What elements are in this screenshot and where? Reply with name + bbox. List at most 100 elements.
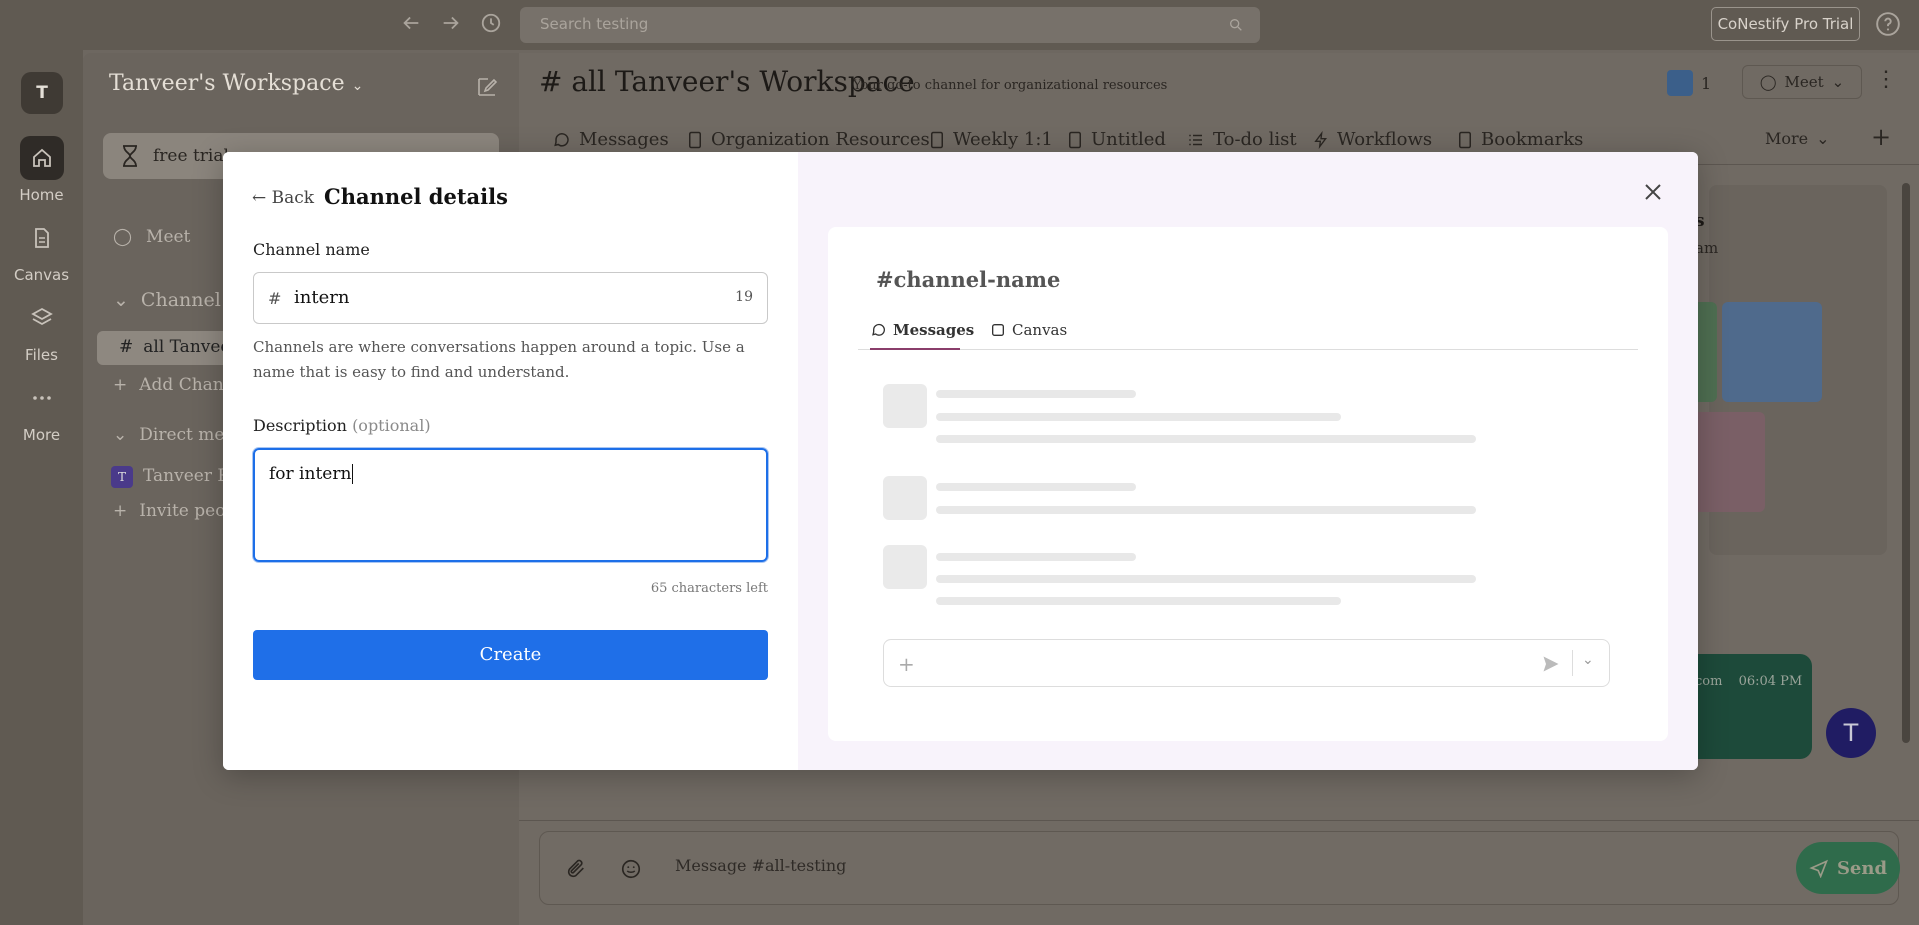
help-icon[interactable]: [1875, 11, 1901, 37]
rail-item-home[interactable]: Home: [0, 136, 83, 204]
user-icon: [1667, 70, 1693, 96]
tab-untitled[interactable]: Untitled: [1067, 129, 1166, 150]
channel-details-modal: ← Back Channel details Channel name # in…: [223, 152, 1698, 770]
rail-item-canvas[interactable]: Canvas: [0, 216, 83, 284]
rail-item-more[interactable]: More: [0, 376, 83, 444]
rail-item-files[interactable]: Files: [0, 296, 83, 364]
plus-icon: +: [898, 652, 915, 676]
send-label: Send: [1836, 857, 1888, 879]
history-clock-icon[interactable]: [480, 12, 506, 38]
tab-label: Weekly 1:1: [953, 129, 1053, 150]
divider: [519, 820, 1919, 821]
preview-tab-label: Messages: [893, 321, 975, 339]
document-icon: [20, 216, 64, 260]
channel-name-value: intern: [294, 287, 350, 308]
skeleton-line: [936, 506, 1476, 514]
meet-button[interactable]: ◯ Meet ⌄: [1742, 65, 1862, 99]
layers-icon: [20, 296, 64, 340]
modal-form: ← Back Channel details Channel name # in…: [223, 152, 798, 770]
tab-label: To-do list: [1213, 129, 1297, 150]
tab-workflows[interactable]: Workflows: [1313, 129, 1432, 150]
tab-label: Workflows: [1337, 129, 1433, 150]
message-bubble: [1695, 654, 1812, 759]
message-tail: com: [1695, 674, 1723, 689]
tab-label: Organization Resources: [711, 129, 930, 150]
channel-description: Your go-to channel for organizational re…: [853, 78, 1168, 93]
tile: [1722, 302, 1822, 402]
tab-organization-resources[interactable]: Organization Resources: [687, 129, 930, 150]
preview-composer: + ⌄: [883, 639, 1610, 687]
channel-name-label: Channel name: [253, 240, 370, 259]
preview-channel-name: #channel-name: [876, 267, 1060, 292]
back-button[interactable]: ← Back: [252, 188, 314, 208]
rail-label-files: Files: [25, 346, 58, 364]
back-arrow-icon[interactable]: [400, 12, 426, 38]
invite-label: Invite peo: [139, 501, 226, 521]
divider: [1572, 650, 1573, 676]
skeleton-line: [936, 553, 1136, 561]
direct-messages-header[interactable]: ⌄ Direct me: [113, 425, 224, 445]
emoji-icon[interactable]: [620, 858, 642, 880]
message-icon: [871, 322, 887, 338]
channels-header[interactable]: ⌄ Channel: [113, 289, 221, 311]
preview-tab-messages: Messages: [871, 321, 974, 339]
skeleton-line: [936, 390, 1136, 398]
kebab-menu-icon[interactable]: ⋮: [1875, 67, 1897, 92]
more-tabs-button[interactable]: More ⌄: [1765, 129, 1830, 148]
tab-messages[interactable]: Messages: [553, 129, 669, 150]
invite-people-button[interactable]: + Invite peo: [113, 501, 225, 521]
member-count: 1: [1701, 73, 1712, 93]
message-icon: [553, 131, 571, 149]
left-rail: T Home Canvas Files More: [0, 50, 83, 925]
hash-icon: #: [268, 289, 282, 308]
preview-title: channel-name: [893, 267, 1061, 292]
search-input[interactable]: Search testing: [520, 7, 1260, 43]
avatar[interactable]: T: [1826, 708, 1876, 758]
workspace-avatar[interactable]: T: [21, 72, 63, 114]
tab-to-do-list[interactable]: To-do list: [1187, 129, 1297, 150]
more-dots-icon: [20, 376, 64, 420]
sidebar-item-meet[interactable]: ◯ Meet: [113, 227, 190, 247]
message-composer[interactable]: Message #all-testing Send: [539, 831, 1900, 905]
paperclip-icon[interactable]: [565, 858, 587, 880]
chevron-down-icon: ⌄: [113, 289, 129, 311]
plus-icon: +: [113, 501, 128, 521]
avatar: T: [111, 466, 133, 488]
close-icon[interactable]: [1641, 180, 1671, 210]
tile: [1695, 302, 1717, 402]
hash-icon: #: [876, 267, 894, 292]
meet-label: Meet: [146, 227, 191, 247]
add-tab-icon[interactable]: +: [1871, 123, 1891, 151]
sidebar-item-dm-user[interactable]: T Tanveer R: [111, 466, 230, 488]
add-channel-button[interactable]: + Add Chan: [113, 375, 224, 395]
modal-title: Channel details: [324, 184, 508, 209]
scrollbar[interactable]: [1899, 171, 1913, 801]
workspace-name[interactable]: Tanveer's Workspace ⌄: [109, 71, 363, 96]
pro-trial-button[interactable]: CoNestify Pro Trial: [1711, 7, 1860, 41]
description-label: Description (optional): [253, 416, 431, 435]
create-button[interactable]: Create: [253, 630, 768, 680]
optional-hint: (optional): [352, 416, 431, 435]
add-channel-label: Add Chan: [139, 375, 224, 395]
rail-label-more: More: [22, 426, 61, 444]
top-bar: Search testing CoNestify Pro Trial: [0, 0, 1919, 50]
channel-preview-card: #channel-name Messages Canvas + ⌄: [828, 227, 1668, 741]
divider: [858, 349, 1638, 350]
compose-icon[interactable]: [475, 75, 499, 99]
send-button[interactable]: Send: [1796, 842, 1900, 894]
search-icon: [1228, 17, 1244, 33]
description-textarea[interactable]: for intern: [253, 448, 768, 562]
tab-label: Untitled: [1091, 129, 1166, 150]
message-fragment: com 06:04 PM: [1695, 674, 1802, 689]
tab-bookmarks[interactable]: Bookmarks: [1457, 129, 1583, 150]
tab-weekly-1-1[interactable]: Weekly 1:1: [929, 129, 1053, 150]
bolt-icon: [1313, 130, 1329, 149]
chevron-down-icon: ⌄: [1816, 129, 1830, 148]
member-count-button[interactable]: 1: [1667, 67, 1711, 99]
forward-arrow-icon[interactable]: [440, 12, 466, 38]
preview-tab-label: Canvas: [1012, 321, 1068, 339]
rail-label-canvas: Canvas: [13, 266, 70, 284]
meet-button-label: Meet: [1784, 73, 1824, 91]
tab-label: Messages: [579, 129, 669, 150]
channel-name-input[interactable]: # intern 19: [253, 272, 768, 324]
